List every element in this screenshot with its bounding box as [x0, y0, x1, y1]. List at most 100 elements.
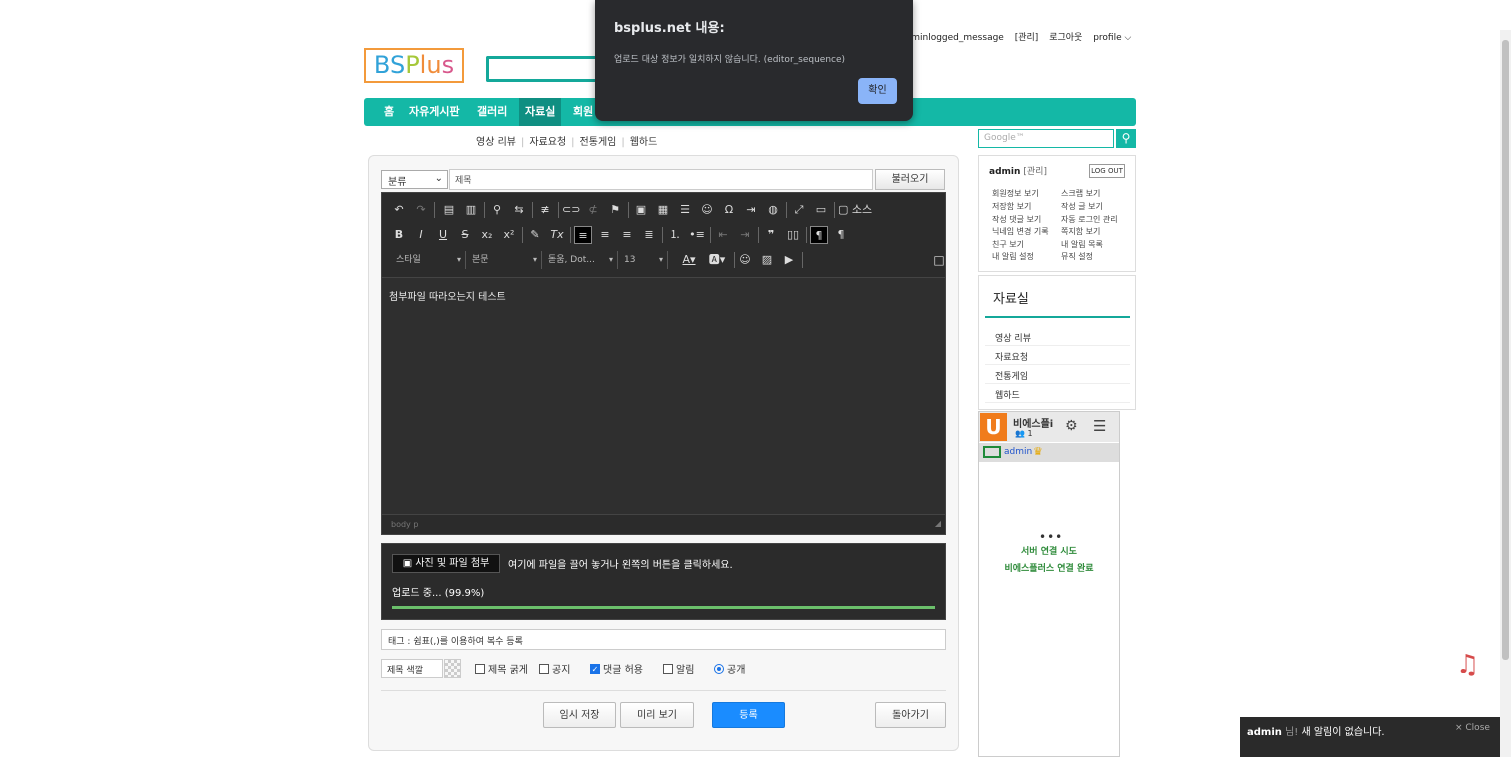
font-select[interactable]: 돋움, Dot... — [542, 251, 618, 269]
subnav-review[interactable]: 영상 리뷰 — [476, 137, 516, 148]
div-container-icon[interactable]: ▯▯ — [784, 226, 802, 244]
find-icon[interactable]: ⚲ — [488, 201, 506, 219]
style-select[interactable]: 스타일 — [390, 251, 466, 269]
login-link[interactable]: 스크랩 보기 — [1061, 188, 1100, 199]
chat-user-row[interactable]: admin ♛ — [979, 443, 1119, 462]
login-link[interactable]: 내 알림 설정 — [992, 251, 1034, 262]
align-center-icon[interactable]: ≡ — [596, 226, 614, 244]
checkbox[interactable] — [539, 663, 549, 674]
chat-username[interactable]: admin — [1004, 447, 1032, 457]
emoji-icon[interactable]: ☺ — [736, 251, 754, 269]
notify-option[interactable]: 알림 — [663, 661, 694, 676]
align-right-icon[interactable]: ≡ — [618, 226, 636, 244]
search-icon[interactable]: ⚲ — [1116, 129, 1136, 148]
login-link[interactable]: 뮤직 설정 — [1061, 251, 1093, 262]
login-link[interactable]: 저장함 보기 — [992, 201, 1031, 212]
bullet-list-icon[interactable]: •≡ — [688, 226, 706, 244]
maximize-icon[interactable]: ⤢ — [790, 201, 808, 219]
category-menu-item[interactable]: 웹하드 — [985, 384, 1130, 403]
radio-selected[interactable] — [714, 663, 724, 674]
nav-board[interactable]: 자유게시판 — [403, 98, 466, 126]
color-picker-swatch[interactable] — [444, 659, 461, 678]
login-link[interactable]: 작성 댓글 보기 — [992, 214, 1041, 225]
nav-files[interactable]: 자료실 — [519, 98, 562, 126]
google-search-input[interactable]: Google™ — [978, 129, 1114, 148]
allow-comments-option[interactable]: ✓ 댓글 허용 — [590, 661, 643, 676]
table-icon[interactable]: ▦ — [654, 201, 672, 219]
superscript-icon[interactable]: x² — [500, 226, 518, 244]
bold-icon[interactable]: B — [390, 226, 408, 244]
checkbox-checked[interactable]: ✓ — [590, 663, 600, 674]
login-link[interactable]: 쪽지함 보기 — [1061, 226, 1100, 237]
italic-icon[interactable]: I — [412, 226, 430, 244]
scrollbar-thumb[interactable] — [1502, 40, 1509, 660]
subnav-webhard[interactable]: 웹하드 — [630, 137, 658, 148]
source-button[interactable]: ▢ 소스 — [838, 201, 878, 219]
submit-button[interactable]: 등록 — [712, 702, 785, 728]
bg-color-icon[interactable]: 🅰▾ — [704, 251, 730, 269]
music-note-icon[interactable]: ♫ — [1456, 650, 1479, 680]
image-icon[interactable]: ▣ — [632, 201, 650, 219]
rtl-icon[interactable]: ¶ — [832, 226, 850, 244]
anchor-flag-icon[interactable]: ⚑ — [606, 201, 624, 219]
show-blocks-icon[interactable]: ▭ — [812, 201, 830, 219]
category-menu-item[interactable]: 영상 리뷰 — [985, 327, 1130, 346]
replace-icon[interactable]: ⇆ — [510, 201, 528, 219]
align-left-icon[interactable]: ≡ — [574, 226, 592, 244]
horizontal-line-icon[interactable]: ☰ — [676, 201, 694, 219]
paste-word-icon[interactable]: ▥ — [462, 201, 480, 219]
font-size-select[interactable]: 13 — [618, 251, 668, 269]
nav-home[interactable]: 홈 — [378, 98, 400, 126]
paste-text-icon[interactable]: ▤ — [440, 201, 458, 219]
format-painter-icon[interactable]: ✎ — [526, 226, 544, 244]
login-link[interactable]: 회원정보 보기 — [992, 188, 1039, 199]
file-upload-area[interactable]: ▣ 사진 및 파일 첨부 여기에 파일을 끌어 놓거나 왼쪽의 버튼을 클릭하세… — [381, 543, 946, 620]
title-input[interactable]: 제목 — [449, 169, 873, 190]
manage-link[interactable]: [관리] — [1023, 167, 1047, 177]
text-color-icon[interactable]: A▾ — [676, 251, 702, 269]
redo-icon[interactable]: ↷ — [412, 201, 430, 219]
checkbox[interactable] — [475, 663, 485, 674]
scrollbar[interactable] — [1500, 30, 1511, 757]
format-select[interactable]: 본문 — [466, 251, 542, 269]
login-link[interactable]: 내 알림 목록 — [1061, 239, 1103, 250]
attach-file-button[interactable]: ▣ 사진 및 파일 첨부 — [392, 554, 500, 573]
title-color-input[interactable]: 제목 색깔 — [381, 659, 443, 678]
dialog-ok-button[interactable]: 확인 — [858, 78, 897, 104]
category-menu-item[interactable]: 자료요청 — [985, 346, 1130, 365]
editor-content[interactable]: 첨부파일 따라오는지 테스트 — [382, 277, 945, 514]
logout-link[interactable]: 로그아웃 — [1049, 33, 1082, 43]
insert-image-icon[interactable]: ▨ — [758, 251, 776, 269]
underline-icon[interactable]: U — [434, 226, 452, 244]
login-link[interactable]: 작성 글 보기 — [1061, 201, 1103, 212]
site-search-input[interactable] — [486, 56, 601, 82]
login-link[interactable]: 자동 로그인 관리 — [1061, 214, 1118, 225]
gear-icon[interactable]: ⚙ — [1065, 418, 1078, 434]
logout-button[interactable]: LOG OUT — [1089, 164, 1125, 178]
ltr-icon[interactable]: ¶ — [810, 226, 828, 244]
subscript-icon[interactable]: x₂ — [478, 226, 496, 244]
blockquote-icon[interactable]: ❞ — [762, 226, 780, 244]
clear-format-icon[interactable]: Tx — [548, 226, 566, 244]
link-icon[interactable]: ⊂⊃ — [562, 201, 580, 219]
insert-media-icon[interactable]: ▶ — [780, 251, 798, 269]
manage-link[interactable]: [관리] — [1015, 33, 1039, 43]
nav-gallery[interactable]: 갤러리 — [471, 98, 513, 126]
subnav-games[interactable]: 전통게임 — [580, 137, 617, 148]
back-button[interactable]: 돌아가기 — [875, 702, 946, 728]
strikethrough-icon[interactable]: S — [456, 226, 474, 244]
load-button[interactable]: 불러오기 — [875, 169, 945, 190]
menu-icon[interactable]: ☰ — [1093, 417, 1106, 435]
expand-icon[interactable]: □ — [930, 251, 948, 269]
checkbox[interactable] — [663, 663, 673, 674]
undo-icon[interactable]: ↶ — [390, 201, 408, 219]
login-link[interactable]: 친구 보기 — [992, 239, 1024, 250]
numbered-list-icon[interactable]: ⒈ — [666, 226, 684, 244]
public-option[interactable]: 공개 — [714, 661, 745, 676]
outdent-icon[interactable]: ⇤ — [714, 226, 732, 244]
resize-handle-icon[interactable]: ◢ — [935, 519, 941, 528]
category-menu-item[interactable]: 전통게임 — [985, 365, 1130, 384]
login-link[interactable]: 닉네임 변경 기록 — [992, 226, 1049, 237]
bold-title-option[interactable]: 제목 굵게 — [475, 661, 528, 676]
page-break-icon[interactable]: ⇥ — [742, 201, 760, 219]
